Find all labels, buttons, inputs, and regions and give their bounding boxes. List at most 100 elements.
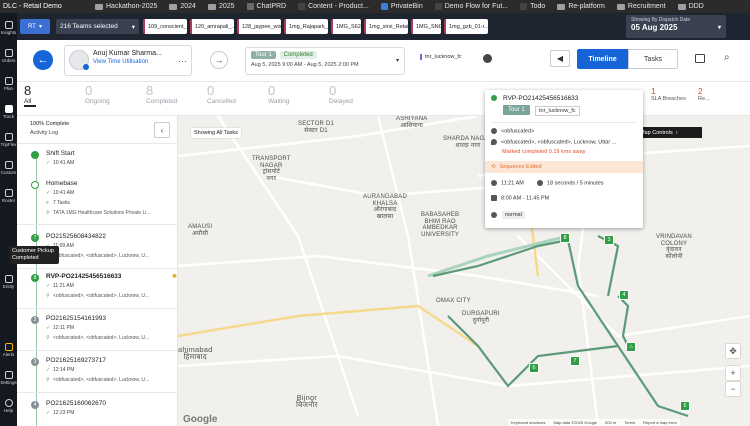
- team-chip[interactable]: 1mg_sirsi_Retail: [364, 19, 408, 34]
- terms-link[interactable]: Terms: [624, 420, 635, 425]
- settings-icon[interactable]: [483, 54, 492, 63]
- zoom-out-button[interactable]: −: [726, 382, 740, 396]
- stat-delayed[interactable]: 0 Delayed: [329, 83, 353, 105]
- map-label: AMAUSI अमौसी: [188, 224, 213, 237]
- notion-icon: [520, 3, 528, 10]
- nav-track[interactable]: Track: [0, 105, 17, 119]
- popup-customer: <obfuscated>: [491, 128, 534, 134]
- driver-card[interactable]: Anuj Kumar Sharma... View Time Utilisati…: [64, 45, 192, 76]
- stat-cancelled[interactable]: 0 Cancelled: [207, 83, 236, 105]
- map-pin[interactable]: 8: [560, 233, 570, 243]
- nav-insights[interactable]: Insights: [0, 21, 17, 35]
- map-controls-button[interactable]: Map Controls ›: [636, 127, 702, 138]
- zoom-in-button[interactable]: +: [726, 366, 740, 380]
- homebase-pin-icon[interactable]: ⌂: [626, 342, 636, 352]
- bookmark-ddd[interactable]: DDD: [677, 3, 704, 10]
- team-chip[interactable]: 128_jaypee_wis...: [237, 19, 281, 34]
- bell-icon: [4, 343, 13, 351]
- announce-button[interactable]: ◀: [550, 50, 570, 67]
- divider: [17, 268, 177, 269]
- bookmark-content-product[interactable]: Content - Product...: [298, 3, 369, 10]
- chevron-down-icon: ▾: [395, 58, 399, 64]
- teams-selector[interactable]: 216 Teams selected ▾: [56, 19, 139, 34]
- divider: [17, 392, 177, 393]
- search-icon[interactable]: ⌕: [724, 52, 730, 63]
- nav-settings[interactable]: Settings: [0, 371, 17, 385]
- pan-control[interactable]: ✥: [726, 344, 740, 358]
- stat-all[interactable]: 8 All: [24, 83, 36, 107]
- divider: [17, 308, 177, 309]
- check-icon: ✓: [46, 190, 51, 196]
- bookmark-hackathon[interactable]: Hackathon-2025: [95, 3, 157, 10]
- tour-dates: Aug 5, 2025 9:00 AM - Aug 5, 2025 2:00 P…: [251, 62, 359, 68]
- map-label: TRANSPORT NAGAR ट्रांसपोर्ट नगर: [252, 156, 291, 182]
- sequence-edited-banner: ⟲ Sequence Edited: [485, 161, 643, 173]
- nav-plan[interactable]: Plan: [0, 77, 17, 91]
- tab-timeline[interactable]: Timeline: [577, 49, 628, 69]
- bookmark-replatform[interactable]: Re-platform: [557, 3, 605, 10]
- tripflex-icon: [4, 133, 13, 141]
- history-icon: ⟲: [491, 164, 496, 170]
- bookmark-chatprd[interactable]: ChatPRD: [246, 3, 286, 10]
- team-chip[interactable]: 120_amrapali_...: [190, 19, 234, 34]
- report-error-link[interactable]: Report a map error: [643, 420, 677, 425]
- more-icon[interactable]: ⋯: [178, 56, 187, 67]
- chevron-left-icon: ‹: [160, 125, 164, 135]
- map-label: AURANGABAD KHALSA औरंगाबाद खालसा: [363, 194, 408, 220]
- view-time-utilisation-link[interactable]: View Time Utilisation: [93, 59, 162, 65]
- back-button[interactable]: ←: [33, 50, 53, 70]
- tour-info[interactable]: Tour 1 Completed ▾ Aug 5, 2025 9:00 AM -…: [245, 47, 405, 75]
- nav-entity[interactable]: Entity: [0, 275, 17, 289]
- team-chip[interactable]: 109_conscient_...: [143, 19, 187, 34]
- map[interactable]: Showing All Tasks Map Controls › SECTOR D…: [178, 116, 750, 426]
- map-footer: Keyboard shortcuts Map data ©2025 Google…: [508, 419, 680, 426]
- popup-team-tag: tnr_lucknow_fc: [535, 106, 580, 116]
- map-pin[interactable]: 3: [604, 235, 614, 245]
- calendar-icon[interactable]: [695, 54, 705, 63]
- bookmark-2025[interactable]: 2025: [207, 3, 235, 10]
- stat-sla-other[interactable]: 2 Re...: [698, 87, 710, 102]
- tab-tasks[interactable]: Tasks: [628, 49, 678, 69]
- keyboard-shortcuts-link[interactable]: Keyboard shortcuts: [511, 420, 545, 425]
- nav-orders[interactable]: Orders: [0, 49, 17, 63]
- activity-log-link[interactable]: Activity Log: [30, 130, 58, 136]
- nav-help[interactable]: Help: [0, 399, 17, 413]
- map-pin[interactable]: 6: [529, 363, 539, 373]
- rt-selector[interactable]: RT ▾: [20, 19, 50, 34]
- check-icon: ✓: [46, 325, 51, 331]
- task-number-badge: 3: [31, 358, 39, 366]
- stat-sla-breaches[interactable]: 1 SLA Breaches: [651, 87, 686, 102]
- nav-alerts[interactable]: Alerts: [0, 343, 17, 357]
- bookmark-demo-flow[interactable]: Demo Flow for Fut...: [434, 3, 508, 10]
- team-chip[interactable]: 1MG_SNC_01: [411, 19, 441, 34]
- nav-tripflex[interactable]: TripFlex: [0, 133, 17, 147]
- plan-icon: [4, 77, 13, 85]
- tasks-icon: ≡: [46, 200, 49, 206]
- window-title: DLC - Retail Demo: [3, 3, 62, 10]
- stat-completed[interactable]: 8 Completed: [146, 83, 177, 105]
- team-chip[interactable]: 1mg_gzb_01-r...: [444, 19, 488, 34]
- bookmark-recruitment[interactable]: Recruitment: [616, 3, 666, 10]
- bookmark-2024[interactable]: 2024: [169, 3, 196, 10]
- map-label: OMAX CITY: [436, 298, 471, 304]
- next-button[interactable]: →: [210, 51, 228, 69]
- check-icon: ✓: [46, 160, 51, 166]
- stat-waiting[interactable]: 0 Waiting: [268, 83, 289, 105]
- collapse-button[interactable]: ‹: [154, 122, 170, 138]
- user-icon: [491, 128, 497, 134]
- bookmark-todo[interactable]: Todo: [520, 3, 545, 10]
- team-chip[interactable]: 1MG_S62_01: [331, 19, 361, 34]
- map-pin[interactable]: 5: [680, 401, 690, 411]
- map-pin[interactable]: 7: [570, 356, 580, 366]
- chevron-down-icon: ▾: [717, 25, 721, 31]
- bookmark-privatebin[interactable]: PrivateBin: [380, 3, 423, 10]
- map-pin[interactable]: 4: [619, 290, 629, 300]
- nav-custom[interactable]: Custom: [0, 161, 17, 175]
- show-all-tasks-button[interactable]: Showing All Tasks: [191, 128, 241, 138]
- status-badge: Completed: [279, 51, 317, 59]
- team-chip[interactable]: 1mg_Rajapark_...: [284, 19, 328, 34]
- nav-roster[interactable]: Roster: [0, 189, 17, 203]
- help-icon: [4, 399, 13, 407]
- stat-ongoing[interactable]: 0 Ongoing: [85, 83, 110, 105]
- dispatch-date-picker[interactable]: Showing By Dispatch Date 05 Aug 2025 ▾: [626, 15, 726, 38]
